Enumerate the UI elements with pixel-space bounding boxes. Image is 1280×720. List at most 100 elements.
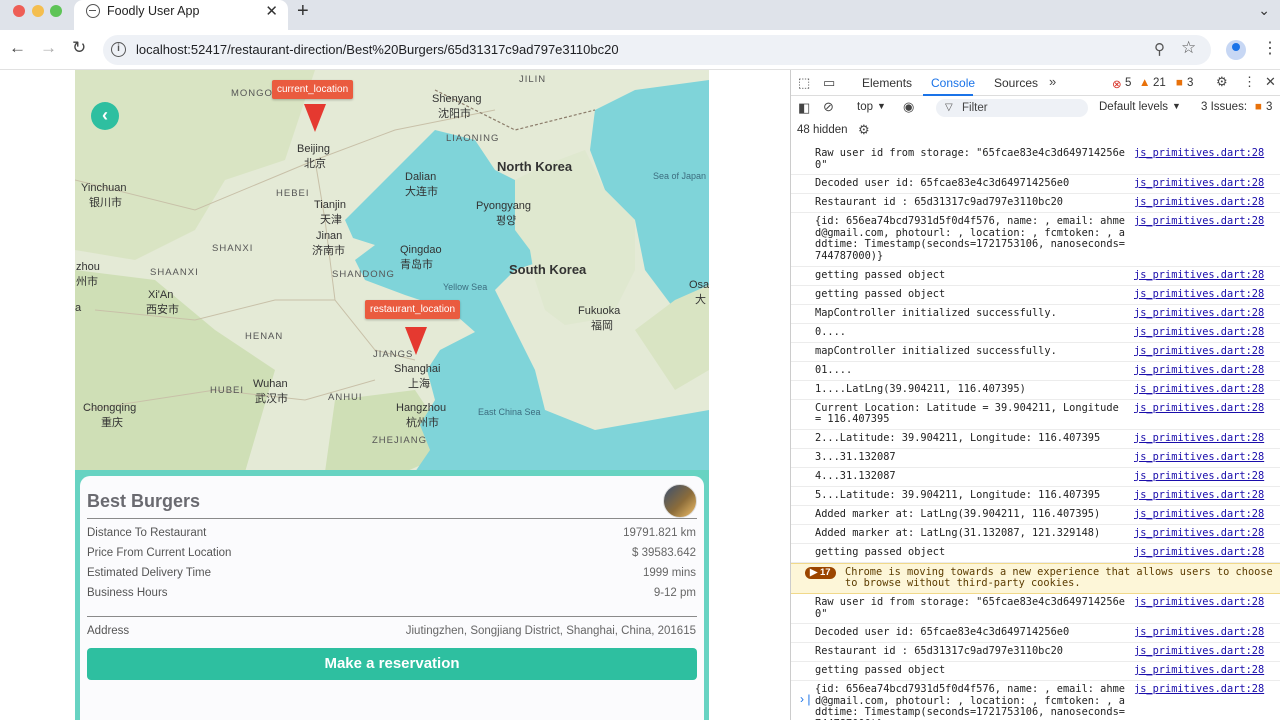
warning-repeat-badge[interactable]: ▶ 17 [805, 566, 836, 579]
close-tab-icon[interactable]: ✕ [265, 2, 278, 20]
tab-sources[interactable]: Sources [994, 76, 1038, 90]
map-label-hebei: HEBEI [276, 188, 310, 199]
inspect-element-icon[interactable]: ⬚ [798, 75, 810, 91]
map-label-lanzhou: zhou [76, 261, 100, 273]
log-source-link[interactable]: js_primitives.dart:28 [1134, 178, 1264, 190]
browser-menu-icon[interactable]: ⋮ [1262, 38, 1278, 58]
log-source-link[interactable]: js_primitives.dart:28 [1134, 197, 1264, 209]
log-source-link[interactable]: js_primitives.dart:28 [1134, 684, 1264, 696]
chevron-down-icon[interactable]: ⌄ [1258, 2, 1270, 19]
restaurant-location-marker-label[interactable]: restaurant_location [365, 300, 461, 319]
console-settings-gear-icon[interactable]: ⚙ [858, 122, 870, 138]
log-message: mapController initialized successfully. [815, 344, 1057, 357]
log-source-link[interactable]: js_primitives.dart:28 [1134, 216, 1264, 228]
log-source-link[interactable]: js_primitives.dart:28 [1134, 269, 1264, 282]
location-pin-icon[interactable]: ⚲ [1154, 40, 1165, 58]
devtools-tab-bar: ⬚ ▭ Elements Console Sources » ⊗ 5 ▲ 21 … [791, 70, 1280, 96]
log-source-link[interactable]: js_primitives.dart:28 [1134, 383, 1264, 396]
address-label: Address [87, 625, 130, 637]
context-selector[interactable]: top [857, 101, 873, 113]
console-log-row: 4...31.132087 js_primitives.dart:28 [791, 468, 1280, 487]
log-source-link[interactable]: js_primitives.dart:28 [1134, 147, 1264, 160]
new-tab-button[interactable]: + [297, 0, 309, 23]
issue-icon: ■ [1255, 101, 1262, 113]
log-source-link[interactable]: js_primitives.dart:28 [1134, 345, 1264, 358]
more-tabs-icon[interactable]: » [1049, 74, 1056, 89]
map[interactable]: MONGOL JILIN Shenyang 沈阳市 LIAONING North… [75, 70, 709, 472]
console-log-row: Raw user id from storage: "65fcae83e4c3d… [791, 145, 1280, 176]
chevron-down-icon[interactable]: ▼ [1172, 101, 1181, 111]
back-arrow-icon[interactable]: ← [9, 38, 26, 58]
bookmark-star-icon[interactable]: ☆ [1181, 38, 1196, 58]
close-devtools-icon[interactable]: ✕ [1265, 74, 1276, 90]
log-message: 3...31.132087 [815, 450, 896, 463]
map-label-shanghai: Shanghai [394, 363, 441, 375]
log-source-link[interactable]: js_primitives.dart:28 [1134, 288, 1264, 301]
log-source-link[interactable]: js_primitives.dart:28 [1134, 527, 1264, 540]
url-text[interactable]: localhost:52417/restaurant-direction/Bes… [136, 42, 619, 57]
map-label-beijing-cn: 北京 [304, 158, 326, 170]
log-source-link[interactable]: js_primitives.dart:28 [1134, 489, 1264, 502]
log-source-link[interactable]: js_primitives.dart:28 [1134, 451, 1264, 464]
console-filter-input[interactable]: ▽ Filter [936, 99, 1088, 117]
clear-console-icon[interactable]: ⊘ [823, 99, 834, 115]
map-label-tianjin-cn: 天津 [320, 214, 342, 226]
console-prompt[interactable]: › | [800, 692, 810, 706]
live-expression-eye-icon[interactable]: ◉ [903, 99, 914, 115]
log-message: Added marker at: LatLng(39.904211, 116.4… [815, 507, 1101, 520]
warning-message: Chrome is moving towards a new experienc… [845, 565, 1279, 590]
log-source-link[interactable]: js_primitives.dart:28 [1134, 402, 1264, 415]
log-source-link[interactable]: js_primitives.dart:28 [1134, 627, 1264, 639]
log-source-link[interactable]: js_primitives.dart:28 [1134, 665, 1264, 677]
log-source-link[interactable]: js_primitives.dart:28 [1134, 596, 1264, 609]
close-window-button[interactable] [13, 5, 25, 17]
log-source-link[interactable]: js_primitives.dart:28 [1134, 307, 1264, 320]
browser-tab[interactable]: Foodly User App ✕ [74, 0, 288, 30]
restaurant-location-pin-icon[interactable] [405, 327, 427, 355]
devtools-panel: ⬚ ▭ Elements Console Sources » ⊗ 5 ▲ 21 … [790, 70, 1280, 720]
map-label-wuhan: Wuhan [253, 378, 288, 390]
log-source-link[interactable]: js_primitives.dart:28 [1134, 432, 1264, 445]
tab-console[interactable]: Console [931, 76, 975, 90]
sidebar-toggle-icon[interactable]: ◧ [798, 100, 810, 116]
reload-icon[interactable]: ↻ [72, 38, 86, 58]
forward-arrow-icon[interactable]: → [40, 38, 57, 58]
map-label-hangzhou-cn: 杭州市 [406, 417, 439, 429]
log-source-link[interactable]: js_primitives.dart:28 [1134, 546, 1264, 559]
chevron-down-icon[interactable]: ▼ [877, 101, 886, 111]
back-button[interactable]: ‹ [91, 102, 119, 130]
log-levels-dropdown[interactable]: Default levels [1099, 101, 1168, 113]
devtools-menu-icon[interactable]: ⋮ [1243, 74, 1256, 90]
warning-count[interactable]: 21 [1153, 77, 1166, 89]
issues-link[interactable]: 3 Issues: [1201, 101, 1247, 113]
address-bar[interactable]: i localhost:52417/restaurant-direction/B… [103, 35, 1211, 65]
minimize-window-button[interactable] [32, 5, 44, 17]
log-message: Added marker at: LatLng(31.132087, 121.3… [815, 526, 1101, 539]
map-label-liaoning: LIAONING [446, 133, 500, 144]
issues-badge-count[interactable]: 3 [1266, 101, 1272, 113]
issue-count[interactable]: 3 [1187, 77, 1193, 89]
log-source-link[interactable]: js_primitives.dart:28 [1134, 470, 1264, 483]
settings-gear-icon[interactable]: ⚙ [1216, 74, 1228, 90]
log-source-link[interactable]: js_primitives.dart:28 [1134, 646, 1264, 658]
map-label-north-korea: North Korea [497, 159, 573, 174]
site-info-icon[interactable]: i [111, 42, 126, 57]
error-icon: ⊗ [1112, 79, 1122, 91]
profile-avatar-icon[interactable] [1226, 40, 1246, 60]
device-toolbar-icon[interactable]: ▭ [823, 75, 835, 91]
log-message: 01.... [815, 363, 853, 376]
console-log-row: Added marker at: LatLng(39.904211, 116.4… [791, 506, 1280, 525]
filter-icon: ▽ [945, 102, 953, 113]
make-reservation-button[interactable]: Make a reservation [87, 648, 697, 680]
log-source-link[interactable]: js_primitives.dart:28 [1134, 326, 1264, 339]
current-location-pin-icon[interactable] [304, 104, 326, 132]
current-location-marker-label[interactable]: current_location [272, 80, 354, 99]
map-label-tianjin: Tianjin [314, 199, 346, 211]
log-source-link[interactable]: js_primitives.dart:28 [1134, 364, 1264, 377]
map-label-south-korea: South Korea [509, 262, 587, 277]
maximize-window-button[interactable] [50, 5, 62, 17]
tab-elements[interactable]: Elements [862, 76, 912, 90]
error-count[interactable]: 5 [1125, 77, 1131, 89]
console-warning-row[interactable]: ▶ 17 Chrome is moving towards a new exper… [791, 562, 1280, 594]
log-source-link[interactable]: js_primitives.dart:28 [1134, 508, 1264, 521]
